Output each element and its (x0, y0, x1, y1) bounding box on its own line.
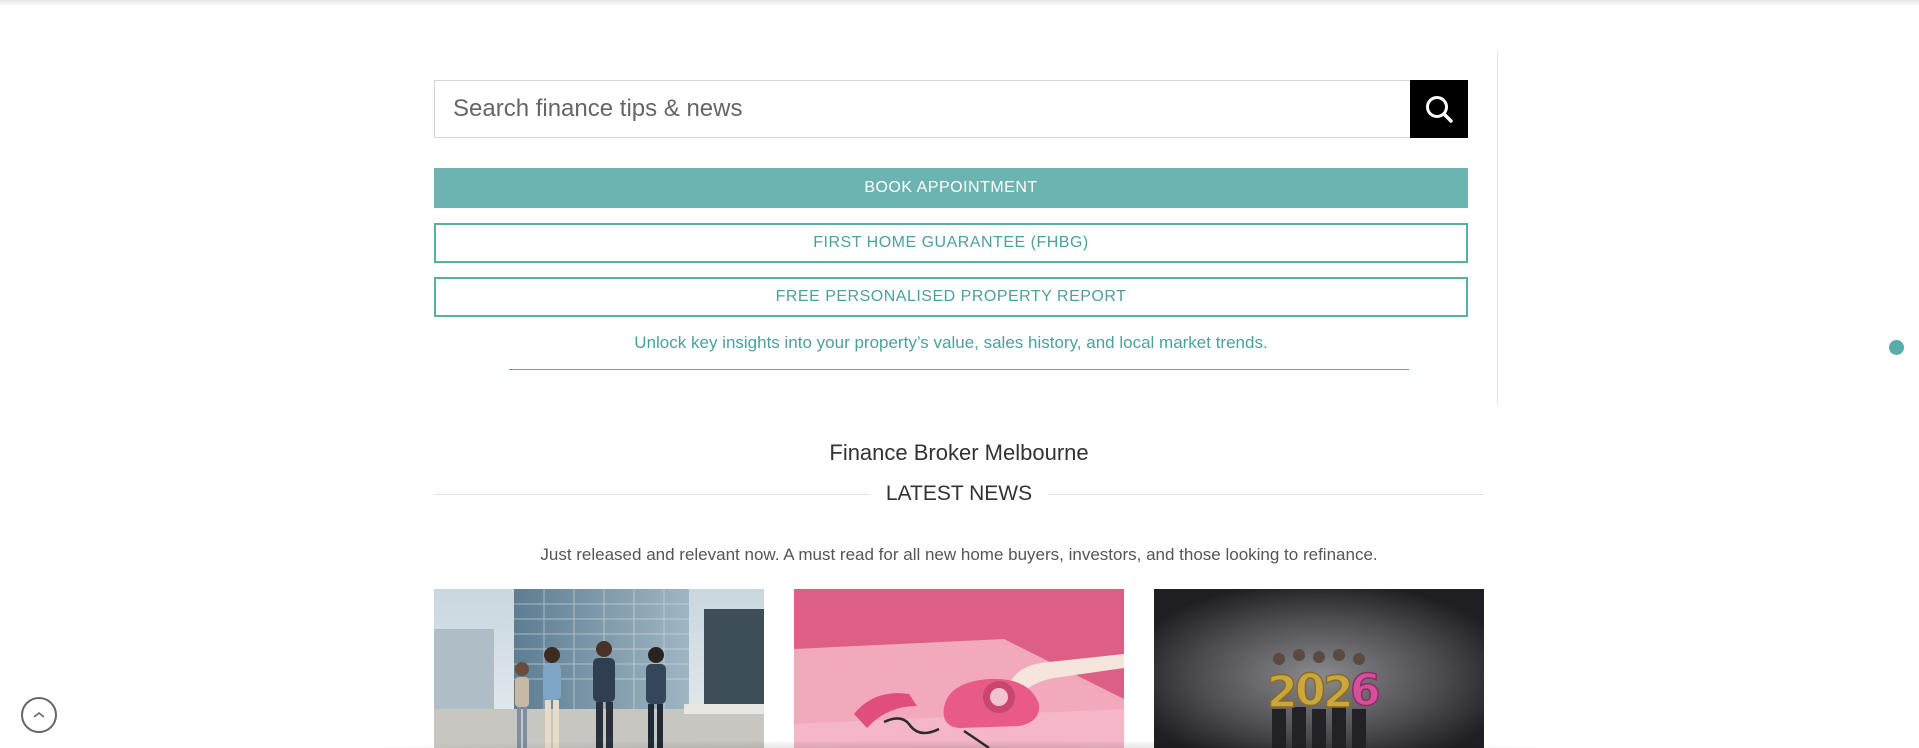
latest-news-subtitle: Just released and relevant now. A must r… (540, 545, 1378, 564)
pink-rotary-phone-photo (794, 589, 1124, 748)
insight-link-underline (509, 369, 1409, 370)
news-card[interactable] (434, 589, 764, 748)
svg-text:0: 0 (1295, 665, 1326, 716)
scroll-indicator-dot[interactable] (1889, 340, 1904, 355)
news-card[interactable] (794, 589, 1124, 748)
section-title: Finance Broker Melbourne (829, 440, 1089, 465)
chevron-up-icon (33, 711, 45, 718)
divider-right (1048, 493, 1485, 495)
latest-news-header: LATEST NEWS (434, 480, 1485, 508)
latest-news-heading: LATEST NEWS (885, 482, 1033, 505)
search-input[interactable] (434, 80, 1410, 138)
search-button[interactable] (1410, 80, 1468, 138)
header-shadow (0, 0, 1919, 6)
book-appointment-button[interactable]: BOOK APPOINTMENT (434, 168, 1468, 208)
property-report-button[interactable]: FREE PERSONALISED PROPERTY REPORT (434, 277, 1468, 317)
sidebar-divider (1497, 50, 1498, 405)
search-icon (1426, 96, 1453, 123)
property-insights-link[interactable]: Unlock key insights into your property’s… (434, 333, 1468, 353)
first-home-guarantee-button[interactable]: FIRST HOME GUARANTEE (FHBG) (434, 223, 1468, 263)
news-card[interactable]: 2 0 2 6 (1154, 589, 1484, 748)
2026-balloons-group-photo: 2 0 2 6 (1154, 589, 1484, 748)
divider-left (434, 493, 870, 495)
search-form (434, 80, 1468, 138)
svg-text:6: 6 (1350, 665, 1381, 716)
back-to-top-button[interactable] (21, 697, 57, 733)
business-people-walking-photo (434, 589, 764, 748)
svg-text:2: 2 (1267, 667, 1298, 718)
